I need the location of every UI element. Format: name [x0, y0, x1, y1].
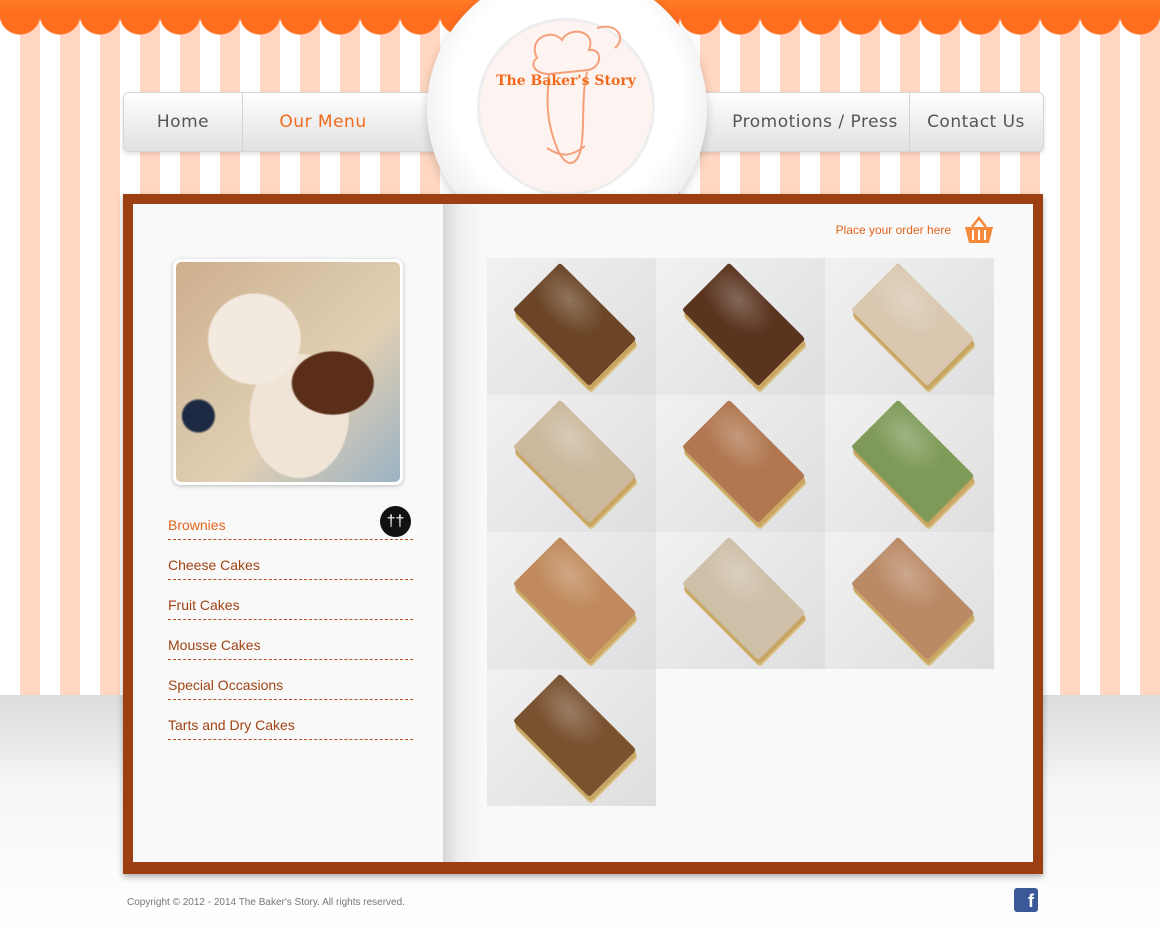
category-label: Special Occasions [168, 677, 284, 693]
nav-contact[interactable]: Contact Us [910, 93, 1042, 151]
category-label: Brownies [168, 517, 226, 533]
brownie-image [850, 262, 974, 386]
category-list: Brownies †† Cheese Cakes Fruit Cakes Mousse … [168, 500, 413, 740]
product-tile[interactable] [656, 258, 825, 395]
nav-home[interactable]: Home [124, 93, 242, 151]
category-item[interactable]: Tarts and Dry Cakes [168, 700, 413, 740]
category-item[interactable]: Fruit Cakes [168, 580, 413, 620]
logo-text: The Baker's Story [496, 73, 636, 89]
nav-our-menu[interactable]: Our Menu [243, 93, 403, 151]
product-tile[interactable] [487, 669, 656, 806]
brownie-image [681, 399, 805, 523]
copyright-text: Copyright © 2012 - 2014 The Baker's Stor… [127, 897, 405, 908]
category-item[interactable]: Mousse Cakes [168, 620, 413, 660]
nav-promotions[interactable]: Promotions / Press [691, 93, 909, 151]
product-tile[interactable] [825, 532, 994, 669]
order-label: Place your order here [835, 223, 951, 237]
product-grid [487, 258, 994, 806]
product-tile[interactable] [487, 532, 656, 669]
nav-bar-right: Promotions / Press Contact Us [690, 92, 1044, 152]
category-label: Mousse Cakes [168, 637, 261, 653]
product-tile[interactable] [825, 258, 994, 395]
brownie-image [512, 673, 636, 797]
chef-icon [532, 25, 622, 164]
featured-brownie-photo [173, 259, 403, 485]
category-label: Cheese Cakes [168, 557, 260, 573]
brownie-image [681, 536, 805, 660]
basket-icon [963, 215, 995, 244]
brownie-image [850, 536, 974, 660]
category-item[interactable]: Cheese Cakes [168, 540, 413, 580]
cutlery-icon: †† [380, 506, 411, 537]
brownie-image [512, 536, 636, 660]
nav-bar-left: Home Our Menu [123, 92, 445, 152]
product-tile[interactable] [656, 395, 825, 532]
product-tile[interactable] [825, 395, 994, 532]
product-tile[interactable] [656, 532, 825, 669]
product-tile[interactable] [487, 395, 656, 532]
category-label: Fruit Cakes [168, 597, 240, 613]
book-page: Brownies †† Cheese Cakes Fruit Cakes Mousse … [133, 204, 1033, 862]
category-item[interactable]: Brownies †† [168, 500, 413, 540]
logo: The Baker's Story [477, 18, 655, 196]
brownie-image [681, 262, 805, 386]
brownie-image [850, 399, 974, 523]
facebook-icon[interactable]: f [1014, 888, 1038, 912]
brownie-image [512, 262, 636, 386]
category-item[interactable]: Special Occasions [168, 660, 413, 700]
brownie-image [512, 399, 636, 523]
order-link[interactable]: Place your order here [835, 215, 995, 244]
book-spine [443, 204, 483, 862]
category-label: Tarts and Dry Cakes [168, 717, 295, 733]
product-tile[interactable] [487, 258, 656, 395]
menu-book: Brownies †† Cheese Cakes Fruit Cakes Mousse … [123, 194, 1043, 874]
